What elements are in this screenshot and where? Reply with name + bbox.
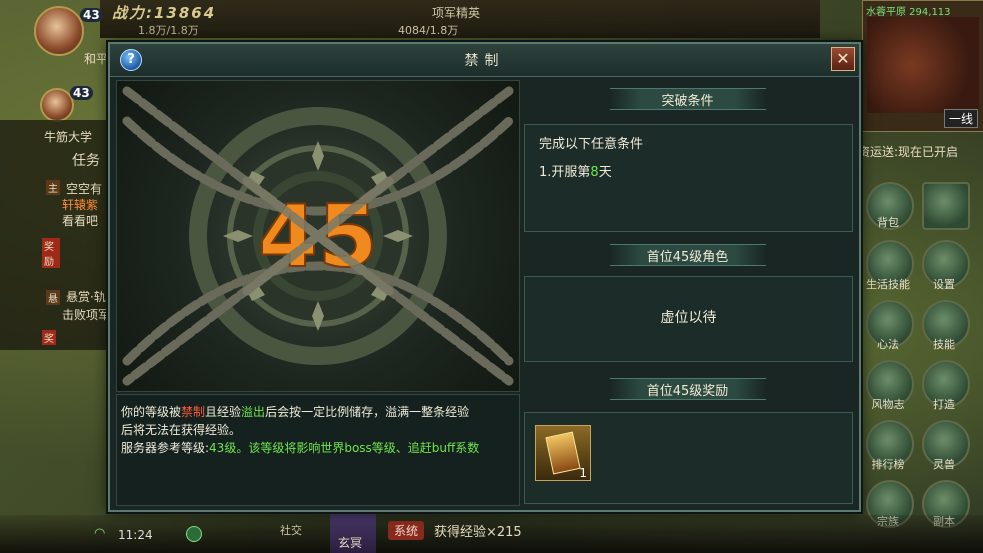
- close-icon[interactable]: ✕: [831, 47, 855, 71]
- quest-line[interactable]: 悬赏·轨: [66, 288, 106, 305]
- system-message: 获得经验×215: [434, 525, 522, 540]
- server-level: 43: [209, 441, 225, 455]
- ranking-label: 排行榜: [871, 458, 905, 471]
- desc-line-3: 服务器参考等级:43级。该等级将影响世界boss等级、追赶buff系数: [121, 439, 479, 456]
- overflow-keyword: 溢出: [241, 405, 266, 419]
- pet-level: 43: [70, 86, 93, 100]
- skill-label: 技能: [933, 338, 955, 351]
- lore-label: 风物志: [871, 398, 905, 411]
- breakthrough-conditions-title: 突破条件: [661, 94, 714, 109]
- seal-keyword: 禁制: [181, 405, 206, 419]
- vacant-text: 虚位以待: [660, 310, 717, 326]
- condition-text: 天: [598, 165, 612, 180]
- combat-power: 战力:13864: [112, 4, 217, 22]
- seal-description: 你的等级被禁制且经验溢出后会按一定比例储存，溢满一整条经验 后将无法在获得经验。…: [116, 394, 520, 506]
- task-tab[interactable]: 任务: [72, 150, 100, 170]
- desc-line-2: 后将无法在获得经验。: [121, 423, 242, 437]
- wifi-icon: ◠: [94, 526, 106, 541]
- player-name: 和平: [84, 52, 109, 66]
- first-reward-title: 首位45级奖励: [646, 384, 729, 399]
- seal-artwork: 45: [116, 80, 520, 392]
- dialog-title: 禁制: [464, 53, 505, 69]
- clock: 11:24: [118, 528, 153, 542]
- desc-text: 后会按一定比例储存，溢满一整条经验: [265, 405, 470, 419]
- mind-method-label: 心法: [877, 338, 899, 351]
- condition-text: 1.开服第: [539, 165, 591, 180]
- desc-text: 级。该等级将影响世界boss等级、追赶buff系数: [224, 441, 480, 455]
- condition-item: 1.开服第8天: [539, 161, 612, 180]
- player-level: 43: [80, 8, 103, 22]
- fullscreen-icon[interactable]: [922, 182, 970, 230]
- condition-days: 8: [590, 165, 599, 180]
- section-header: 突破条件: [524, 80, 851, 114]
- dialog-header: ? 禁制 ✕: [110, 44, 859, 77]
- reward-count: 1: [579, 466, 587, 480]
- quest-line[interactable]: 击败项军: [62, 306, 110, 323]
- player-avatar[interactable]: [34, 6, 84, 56]
- battery-icon: [186, 526, 202, 542]
- breakthrough-panel: 突破条件 完成以下任意条件 1.开服第8天 首位45级角色 虚位以待 首位45级…: [524, 80, 853, 504]
- desc-text: 且经验: [205, 405, 242, 419]
- reward-token-icon: [545, 431, 581, 475]
- reward-badge[interactable]: 奖励: [42, 238, 60, 268]
- minimap-map[interactable]: [867, 17, 979, 113]
- xuanming-label: 玄冥: [338, 536, 363, 550]
- quest-line[interactable]: 看看吧: [62, 212, 98, 229]
- channel-button[interactable]: 一线: [943, 109, 978, 128]
- reward-box: 1: [524, 412, 853, 504]
- target-name: 项军精英: [432, 6, 481, 20]
- main-quest-badge: 主: [46, 180, 60, 195]
- bounty-badge: 悬: [46, 290, 60, 305]
- conditions-box: 完成以下任意条件 1.开服第8天: [524, 124, 853, 232]
- target-hp-value: 4084/1.8万: [398, 24, 459, 37]
- section-header: 首位45级角色: [524, 236, 851, 270]
- guild-name: 牛筋大学: [44, 130, 93, 144]
- reward-item-slot[interactable]: 1: [535, 425, 591, 481]
- life-skill-label: 生活技能: [866, 278, 910, 291]
- first-character-box: 虚位以待: [524, 276, 853, 362]
- conditions-subtitle: 完成以下任意条件: [539, 137, 644, 152]
- forge-label: 打造: [933, 398, 955, 411]
- system-channel-badge: 系统: [388, 521, 425, 540]
- bag-label: 背包: [877, 216, 899, 229]
- desc-line-1: 你的等级被禁制且经验溢出后会按一定比例储存，溢满一整条经验: [121, 403, 469, 420]
- minimap[interactable]: 水蓉平原 294,113 一线: [862, 0, 983, 132]
- hp-value: 1.8万/1.8万: [138, 24, 199, 37]
- reward-badge[interactable]: 奖: [42, 330, 56, 345]
- desc-text: 服务器参考等级:: [121, 441, 210, 455]
- settings-label: 设置: [933, 278, 955, 291]
- chained-seal-icon: 45: [122, 86, 514, 386]
- section-header: 首位45级奖励: [524, 370, 851, 404]
- quest-line[interactable]: 轩辕紫: [62, 196, 98, 213]
- pet-avatar[interactable]: [40, 88, 74, 122]
- xuanming-button[interactable]: 玄冥: [330, 512, 376, 553]
- first-character-title: 首位45级角色: [646, 250, 729, 265]
- spirit-beast-label: 灵兽: [933, 458, 955, 471]
- level-seal-dialog: ? 禁制 ✕ 45 你的等级被禁制且经验溢出后会按一定比例储存，溢满一整条经验 …: [108, 42, 861, 512]
- event-notice[interactable]: 资运送:现在已开启: [858, 143, 958, 160]
- social-button[interactable]: 社交: [280, 522, 302, 538]
- quest-line[interactable]: 空空有: [66, 180, 102, 197]
- desc-text: 你的等级被: [121, 405, 182, 419]
